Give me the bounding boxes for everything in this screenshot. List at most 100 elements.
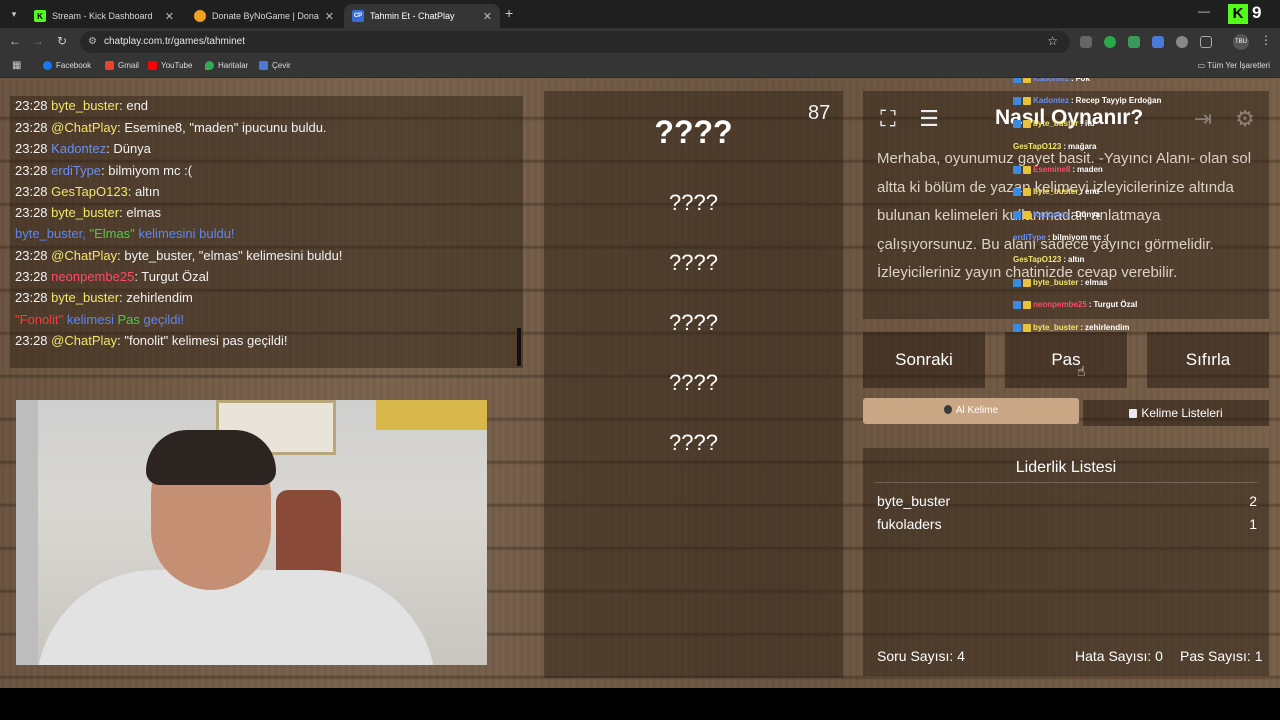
bookmark-label: Çevir [272, 61, 291, 70]
chat-badge-icon [1013, 119, 1021, 128]
overlay-chat-user: GesTapO123 [1013, 142, 1062, 151]
overlay-chat-text: elmas [1085, 278, 1108, 287]
overlay-chat-user: byte_buster [1033, 278, 1079, 287]
extension-icon[interactable] [1128, 36, 1140, 48]
leaderboard-score: 1 [1249, 516, 1257, 532]
chat-badge-icon [1013, 323, 1021, 332]
fullscreen-icon[interactable]: ⛶ [873, 104, 903, 134]
browser-menu-icon[interactable]: ⋮ [1260, 33, 1272, 47]
tab-kick-dashboard[interactable]: K Stream - Kick Dashboard ✕ [26, 4, 182, 28]
overlay-chat-text: Fok [1075, 78, 1090, 83]
bookmark-translate[interactable]: Çevir [259, 61, 291, 70]
logout-icon[interactable]: ⇥ [1188, 104, 1218, 134]
chat-user: @ChatPlay [51, 333, 118, 348]
bookmarks-bar: ▦ Facebook Gmail YouTube Haritalar Çevir… [0, 56, 1280, 78]
new-tab-button[interactable]: + [505, 5, 513, 21]
gear-icon[interactable]: ⚙ [1230, 104, 1260, 134]
chat-badge-icon [1013, 210, 1021, 219]
chat-badge-icon [1013, 165, 1021, 174]
extension-icon[interactable] [1176, 36, 1188, 48]
bookmark-label: Haritalar [218, 61, 249, 70]
chat-text: : "fonolit" kelimesi pas geçildi! [117, 333, 288, 348]
apps-grid-icon[interactable]: ▦ [12, 60, 21, 71]
bookmark-youtube[interactable]: YouTube [148, 61, 192, 70]
extension-icon[interactable] [1104, 36, 1116, 48]
chat-message: 23:28 neonpembe25: Turgut Özal [15, 269, 209, 284]
overlay-chat-message: GesTapO123: altın [1013, 255, 1084, 264]
pass-button[interactable]: Pas [1005, 332, 1127, 388]
extensions-puzzle-icon[interactable] [1200, 36, 1212, 48]
forward-icon[interactable]: → [30, 34, 46, 48]
tab-chatplay[interactable]: CP Tahmin Et - ChatPlay ✕ [344, 4, 500, 28]
overlay-separator: : [1071, 78, 1074, 83]
get-word-button[interactable]: Al Kelime [863, 398, 1079, 424]
chat-text: : zehirlendim [119, 290, 193, 305]
gmail-icon [105, 61, 114, 70]
bookmark-label: Tüm Yer İşaretleri [1207, 61, 1270, 70]
tab-bynogame-donations[interactable]: Donate ByNoGame | Donations ✕ [186, 4, 342, 28]
bookmark-star-icon[interactable]: ☆ [1047, 34, 1058, 48]
hidden-forbidden-word: ???? [669, 250, 718, 275]
chat-badge-icon [1023, 300, 1031, 309]
back-icon[interactable]: ← [7, 34, 23, 48]
close-icon[interactable]: ✕ [325, 10, 334, 23]
reset-button[interactable]: Sıfırla [1147, 332, 1269, 388]
profile-avatar[interactable]: TBU [1233, 34, 1249, 50]
overlay-chat-text: end [1085, 187, 1100, 196]
tab-search-icon[interactable]: ▾ [6, 6, 22, 22]
chat-word: Pas [117, 312, 140, 327]
chat-word: "Fonolit" [15, 312, 64, 327]
bookmark-label: Gmail [118, 61, 139, 70]
overlay-chat-message: erdiType: bilmiyom mc :( [1013, 233, 1109, 242]
overlay-separator: : [1071, 210, 1074, 219]
chat-time: 23:28 [15, 120, 48, 135]
bookmark-facebook[interactable]: Facebook [43, 61, 91, 70]
bookmark-label: Facebook [56, 61, 92, 70]
overlay-chat-user: GesTapO123 [1013, 255, 1062, 264]
close-icon[interactable]: ✕ [483, 10, 492, 23]
chat-message: 23:28 byte_buster: zehirlendim [15, 290, 193, 305]
chat-text: : elmas [119, 205, 162, 220]
webcam-feed [16, 400, 487, 665]
all-bookmarks-folder[interactable]: ▭ Tüm Yer İşaretleri [1198, 61, 1270, 70]
overlay-chat-text: Turgut Özal [1093, 300, 1138, 309]
folder-icon: ▭ [1197, 61, 1208, 70]
translate-extension-icon[interactable] [1152, 36, 1164, 48]
chat-scrollbar[interactable] [517, 328, 521, 366]
bookmark-maps[interactable]: Haritalar [205, 61, 248, 70]
address-bar[interactable]: ⚙ chatplay.com.tr/games/tahminet ☆ [80, 31, 1070, 53]
question-count: Soru Sayısı: 4 [877, 648, 965, 664]
reload-icon[interactable]: ↻ [54, 34, 70, 48]
document-icon[interactable]: ☰ [914, 104, 944, 134]
extension-icon[interactable] [1080, 36, 1092, 48]
chat-text: : end [119, 98, 149, 113]
chat-text: : Esemine8, "maden" ipucunu buldu. [117, 120, 327, 135]
chat-message: 23:28 GesTapO123: altın [15, 184, 160, 199]
bookmark-gmail[interactable]: Gmail [105, 61, 139, 70]
chat-user: Kadontez [51, 141, 107, 156]
facebook-icon [43, 61, 52, 70]
minimize-icon[interactable]: — [1198, 4, 1210, 18]
tab-title: Donate ByNoGame | Donations [212, 11, 319, 21]
kick-logo-icon: K [1228, 4, 1248, 24]
chat-badge-icon [1023, 78, 1031, 83]
next-button[interactable]: Sonraki [863, 332, 985, 388]
site-info-icon[interactable]: ⚙ [88, 36, 97, 47]
chat-text: : Dünya [106, 141, 151, 156]
chat-message: 23:28 @ChatPlay: Esemine8, "maden" ipucu… [15, 120, 327, 135]
overlay-separator: : [1072, 165, 1076, 174]
webcam-background [16, 400, 38, 665]
hidden-forbidden-word: ???? [669, 190, 718, 215]
overlay-separator: : [1063, 142, 1066, 151]
maps-pin-icon [205, 61, 214, 70]
word-lists-button[interactable]: Kelime Listeleri [1083, 400, 1269, 426]
overlay-separator: : [1088, 300, 1092, 309]
overlay-chat-text: itu [1085, 119, 1095, 128]
kick-icon: K [34, 10, 46, 22]
close-icon[interactable]: ✕ [165, 10, 174, 23]
chat-message: 23:28 byte_buster: elmas [15, 205, 161, 220]
chat-system-message: "Fonolit" kelimesi Pas geçildi! [15, 312, 184, 327]
leaderboard-score: 2 [1249, 493, 1257, 509]
tab-title: Tahmin Et - ChatPlay [370, 11, 455, 21]
chat-text: geçildi! [143, 312, 184, 327]
